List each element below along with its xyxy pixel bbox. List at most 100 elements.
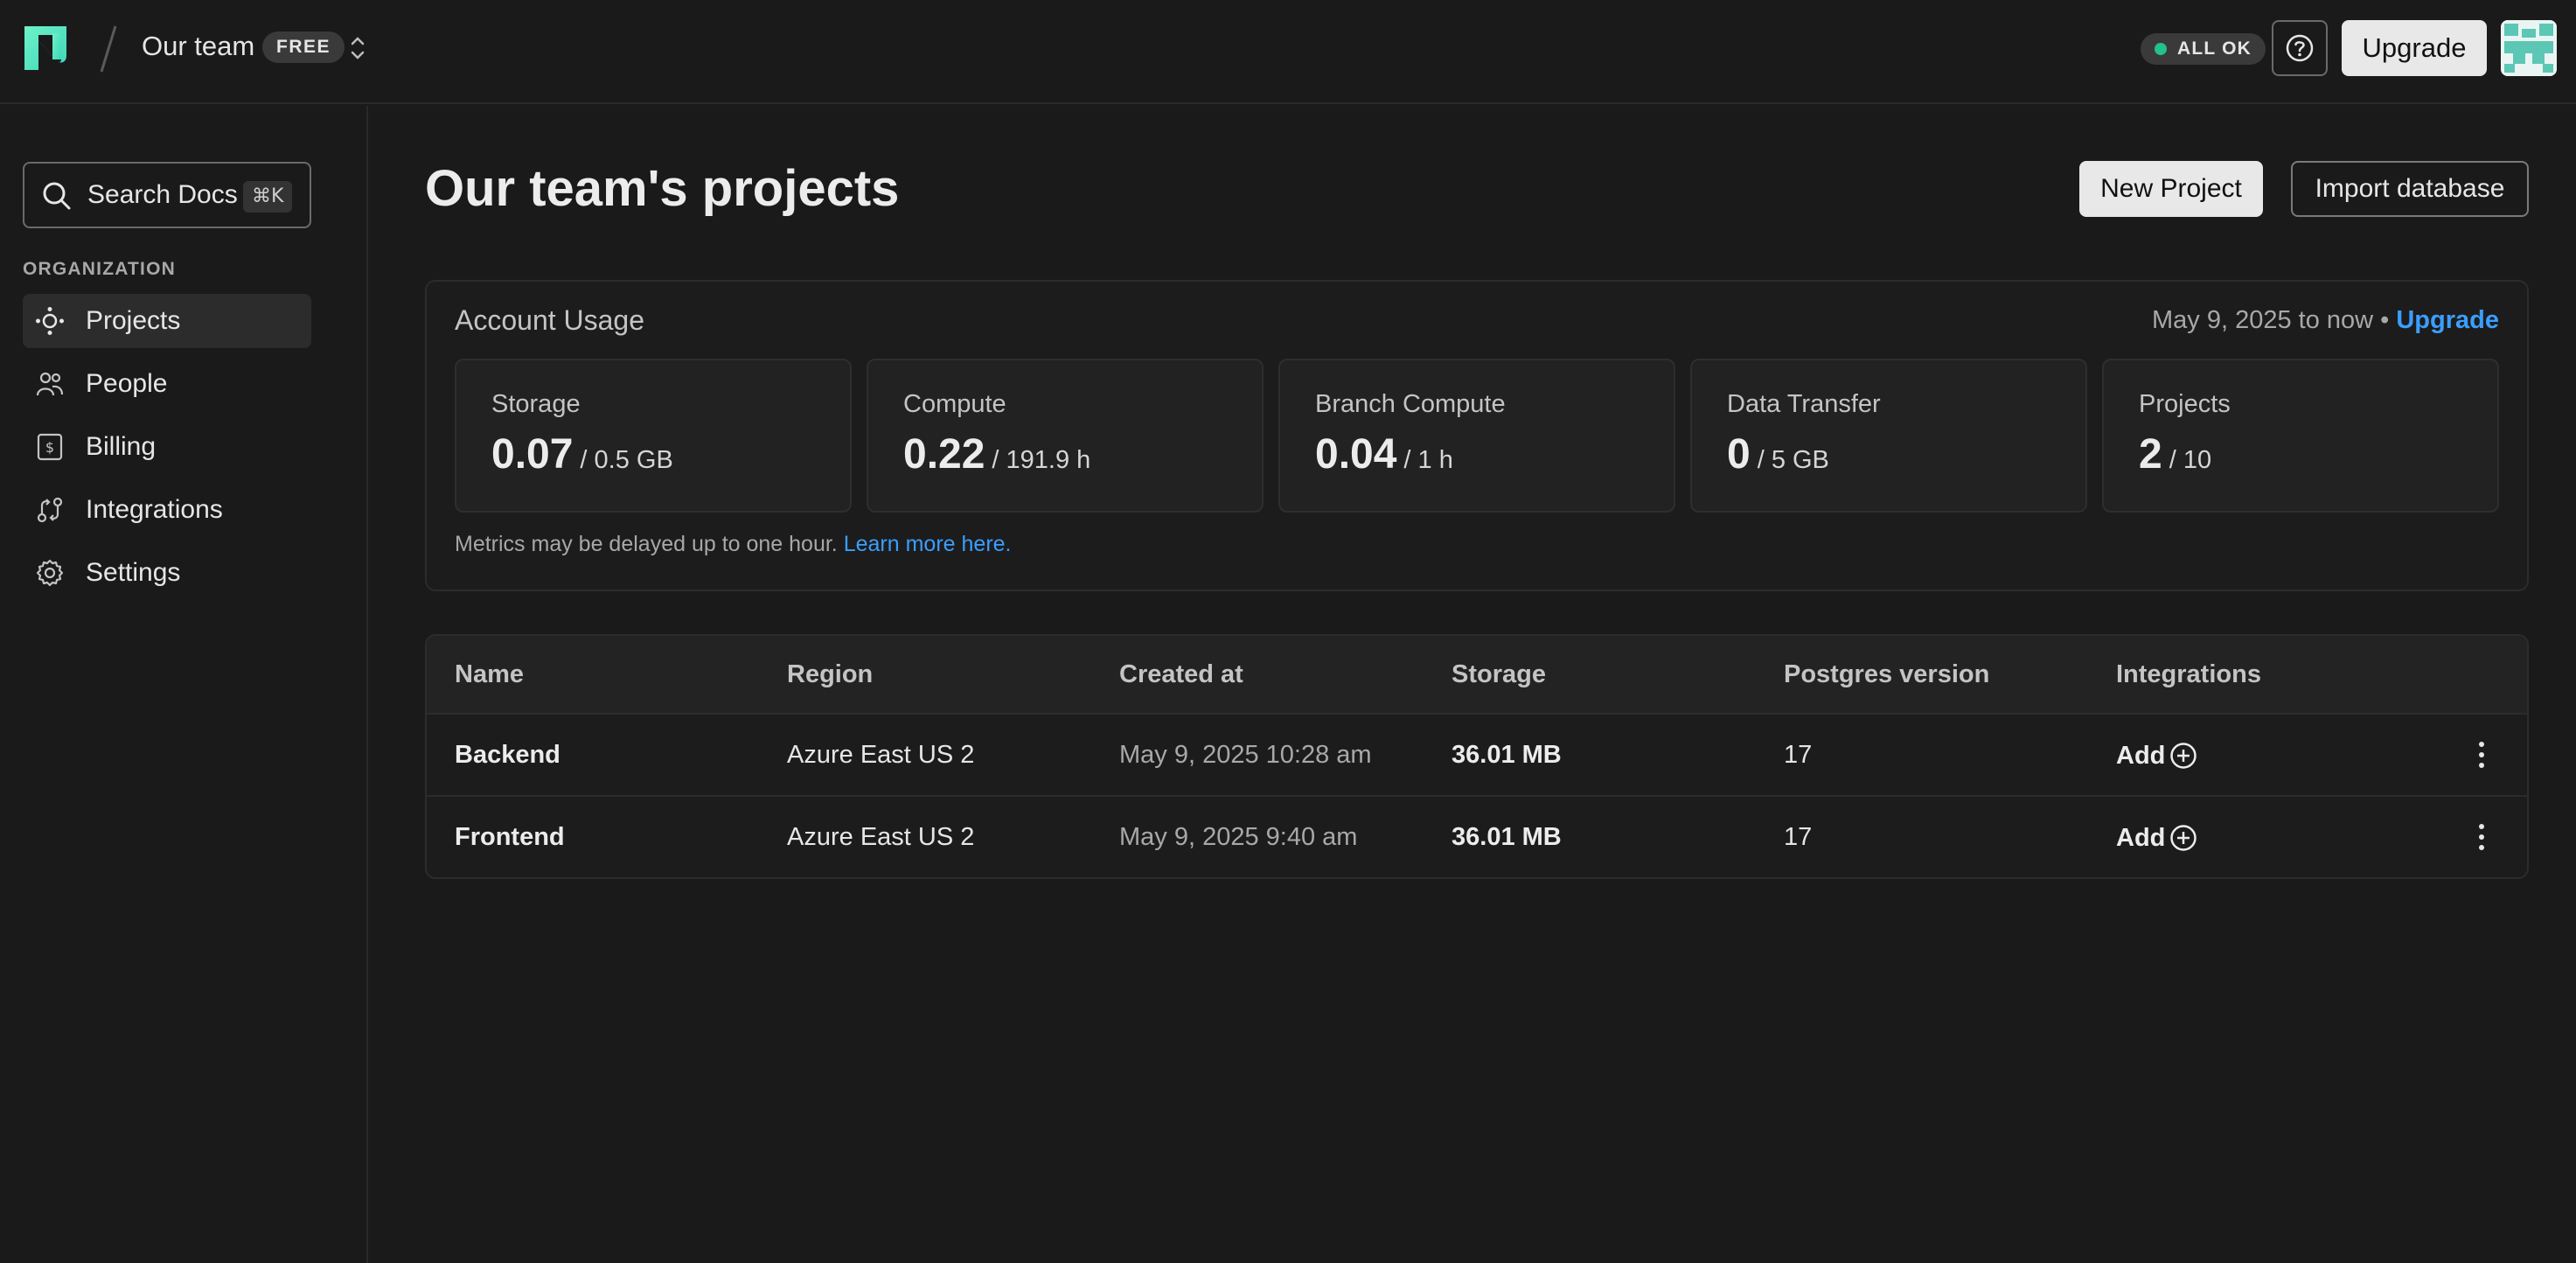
metric-value-row: 2/ 10 xyxy=(2139,430,2211,478)
project-postgres-version: 17 xyxy=(1784,823,1813,851)
metric-limit: / 5 GB xyxy=(1757,446,1829,474)
metric-projects: Projects 2/ 10 xyxy=(2102,359,2499,513)
metric-value-row: 0.07/ 0.5 GB xyxy=(491,430,673,478)
column-header-storage[interactable]: Storage xyxy=(1452,660,1546,689)
project-storage: 36.01 MB xyxy=(1452,823,1562,851)
avatar[interactable] xyxy=(2501,20,2557,76)
status-dot-icon xyxy=(2155,43,2167,55)
metric-data-transfer: Data Transfer 0/ 5 GB xyxy=(1690,359,2087,513)
metric-value: 0.07 xyxy=(491,431,574,478)
projects-icon xyxy=(36,307,64,335)
sidebar-item-people[interactable]: People xyxy=(23,357,311,411)
metric-value: 0.22 xyxy=(903,431,985,478)
metric-branch-compute: Branch Compute 0.04/ 1 h xyxy=(1278,359,1675,513)
import-database-button[interactable]: Import database xyxy=(2291,161,2529,217)
sidebar-item-integrations[interactable]: Integrations xyxy=(23,483,311,537)
status-badge[interactable]: ALL OK xyxy=(2141,33,2266,65)
plus-circle-icon xyxy=(2170,825,2197,851)
metric-limit: / 191.9 h xyxy=(992,446,1091,474)
sidebar: Search Docs ⌘K ORGANIZATION Projects Peo… xyxy=(0,106,368,1263)
sidebar-item-label: People xyxy=(86,369,168,398)
chevron-updown-icon[interactable] xyxy=(348,33,367,63)
table-row[interactable]: Frontend Azure East US 2 May 9, 2025 9:4… xyxy=(427,797,2527,877)
more-options-icon[interactable] xyxy=(2476,739,2487,771)
metric-limit: / 0.5 GB xyxy=(580,446,673,474)
avatar-pattern-icon xyxy=(2501,20,2557,76)
help-icon xyxy=(2286,34,2314,62)
upgrade-button[interactable]: Upgrade xyxy=(2342,20,2487,76)
usage-range: May 9, 2025 to now • Upgrade xyxy=(2152,306,2499,335)
metric-value-row: 0/ 5 GB xyxy=(1727,430,1829,478)
column-header-name[interactable]: Name xyxy=(455,660,524,689)
metric-value-row: 0.04/ 1 h xyxy=(1315,430,1453,478)
plan-badge: FREE xyxy=(262,31,345,63)
metric-limit: / 1 h xyxy=(1403,446,1453,474)
project-name[interactable]: Frontend xyxy=(455,823,565,852)
metric-label: Data Transfer xyxy=(1727,390,1881,418)
top-bar: Our team FREE ALL OK Upgrade xyxy=(0,0,2576,104)
metric-value: 2 xyxy=(2139,431,2162,478)
new-project-button[interactable]: New Project xyxy=(2079,161,2263,217)
svg-text:$: $ xyxy=(45,439,54,456)
metric-value-row: 0.22/ 191.9 h xyxy=(903,430,1090,478)
metric-limit: / 10 xyxy=(2169,446,2212,474)
project-region: Azure East US 2 xyxy=(787,823,975,851)
project-created-at: May 9, 2025 10:28 am xyxy=(1119,741,1372,769)
section-label: ORGANIZATION xyxy=(23,259,176,279)
metric-value: 0 xyxy=(1727,431,1751,478)
column-header-postgres[interactable]: Postgres version xyxy=(1784,660,1989,689)
metric-label: Projects xyxy=(2139,390,2231,418)
sidebar-item-label: Integrations xyxy=(86,495,223,524)
add-integration-label: Add xyxy=(2116,741,2166,770)
search-docs-label: Search Docs xyxy=(87,180,238,209)
plus-circle-icon xyxy=(2170,743,2197,769)
keyboard-shortcut: ⌘K xyxy=(243,181,293,213)
integrations-icon xyxy=(37,497,63,523)
search-icon xyxy=(43,182,71,210)
add-integration-button[interactable]: Add xyxy=(2116,823,2198,853)
metric-compute: Compute 0.22/ 191.9 h xyxy=(867,359,1264,513)
help-button[interactable] xyxy=(2272,20,2328,76)
sidebar-item-label: Billing xyxy=(86,432,157,461)
metric-storage: Storage 0.07/ 0.5 GB xyxy=(455,359,852,513)
metric-label: Compute xyxy=(903,390,1006,418)
add-integration-button[interactable]: Add xyxy=(2116,741,2198,771)
learn-more-link[interactable]: Learn more here. xyxy=(844,532,1012,556)
projects-table: Name Region Created at Storage Postgres … xyxy=(425,634,2529,879)
project-postgres-version: 17 xyxy=(1784,741,1813,769)
neon-logo-icon[interactable] xyxy=(23,24,68,72)
table-row[interactable]: Backend Azure East US 2 May 9, 2025 10:2… xyxy=(427,715,2527,797)
sidebar-item-projects[interactable]: Projects xyxy=(23,294,311,348)
metric-label: Storage xyxy=(491,390,581,418)
project-name[interactable]: Backend xyxy=(455,741,560,770)
more-options-icon[interactable] xyxy=(2476,821,2487,853)
account-usage-card: Account Usage May 9, 2025 to now • Upgra… xyxy=(425,280,2529,591)
search-docs-button[interactable]: Search Docs ⌘K xyxy=(23,162,311,228)
usage-upgrade-link[interactable]: Upgrade xyxy=(2396,306,2499,334)
breadcrumb-separator xyxy=(100,25,117,73)
column-header-region[interactable]: Region xyxy=(787,660,873,689)
usage-title: Account Usage xyxy=(455,304,645,336)
usage-note-text: Metrics may be delayed up to one hour. xyxy=(455,532,838,556)
sidebar-item-billing[interactable]: $ Billing xyxy=(23,420,311,474)
team-name[interactable]: Our team xyxy=(142,31,254,62)
status-label: ALL OK xyxy=(2177,38,2252,59)
metric-label: Branch Compute xyxy=(1315,390,1506,418)
project-created-at: May 9, 2025 9:40 am xyxy=(1119,823,1358,851)
sidebar-item-settings[interactable]: Settings xyxy=(23,546,311,600)
usage-note: Metrics may be delayed up to one hour. L… xyxy=(455,532,1012,557)
project-storage: 36.01 MB xyxy=(1452,741,1562,769)
add-integration-label: Add xyxy=(2116,823,2166,852)
page-title: Our team's projects xyxy=(425,160,900,217)
column-header-integrations[interactable]: Integrations xyxy=(2116,660,2261,689)
billing-icon: $ xyxy=(37,433,63,461)
sidebar-item-label: Settings xyxy=(86,558,181,587)
table-header: Name Region Created at Storage Postgres … xyxy=(427,636,2527,715)
people-icon xyxy=(36,372,64,396)
sidebar-item-label: Projects xyxy=(86,306,181,335)
column-header-created[interactable]: Created at xyxy=(1119,660,1243,689)
usage-range-text: May 9, 2025 to now • xyxy=(2151,306,2390,334)
project-region: Azure East US 2 xyxy=(787,741,975,769)
gear-icon xyxy=(36,559,64,587)
metric-value: 0.04 xyxy=(1315,431,1397,478)
